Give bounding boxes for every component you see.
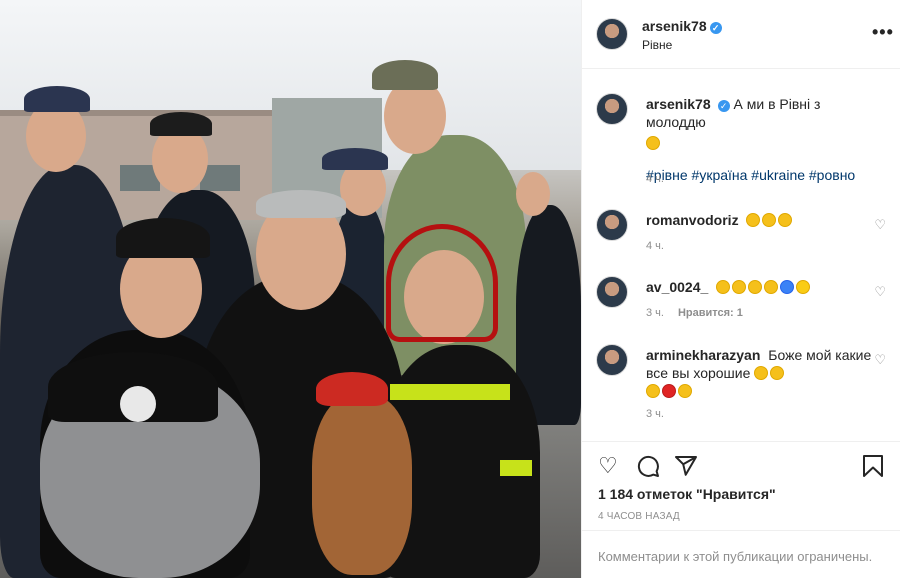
verified-badge-icon: ✓ xyxy=(717,100,730,112)
caption-time[interactable]: 4 ч. xyxy=(646,173,664,185)
comment-like-heart-icon[interactable]: ♡ xyxy=(874,352,886,368)
photo-plush-beret xyxy=(316,372,388,406)
photo-cap xyxy=(322,148,388,170)
photo-hair xyxy=(256,190,346,218)
commenter-avatar[interactable] xyxy=(596,209,628,241)
emoji-smiling-face-icon xyxy=(646,384,660,398)
comments-footer: Комментарии к этой публикации ограничены… xyxy=(582,530,900,578)
comment-likes-count[interactable]: Нравится: 1 xyxy=(678,307,743,319)
post-photo[interactable] xyxy=(0,0,581,578)
photo-cap xyxy=(24,86,90,112)
emoji-smiling-face-icon xyxy=(748,280,763,294)
photo-reflective-stripe xyxy=(500,460,532,476)
emoji-smiling-face-icon xyxy=(754,366,769,380)
emoji-smiling-face-icon xyxy=(778,213,793,227)
verified-badge-icon: ✓ xyxy=(709,22,722,34)
emoji-smiling-face-halo-icon xyxy=(678,384,692,398)
emoji-thumbs-up-icon xyxy=(716,280,731,294)
commenter-avatar[interactable] xyxy=(596,344,628,376)
comment-body: av_0024_ xyxy=(646,278,876,296)
emoji-heart-exclamation-icon xyxy=(662,384,676,398)
emoji-thumbs-up-icon xyxy=(732,280,747,294)
post-header: arsenik78 ✓ Рівне ••• xyxy=(582,0,900,69)
comment-author[interactable]: romanvodoriz xyxy=(646,212,739,228)
comment-icon[interactable] xyxy=(636,454,660,483)
photo-plush-bear xyxy=(312,395,412,575)
comment-like-heart-icon[interactable]: ♡ xyxy=(874,284,886,300)
post-sidebar: arsenik78 ✓ Рівне ••• arsenik78 ✓ А ми в Р… xyxy=(581,0,900,578)
photo-cap xyxy=(372,60,438,90)
caption-author-avatar[interactable] xyxy=(596,93,628,125)
comment-item: arminekharazyan Боже мой какие все вы хо… xyxy=(596,344,886,424)
comment-time[interactable]: 3 ч. xyxy=(646,408,664,420)
photo-cap xyxy=(150,112,212,136)
photo-badge xyxy=(120,386,156,422)
caption-body: arsenik78 ✓ А ми в Рівні з молоддю #рівне… xyxy=(646,95,876,184)
comment-body: romanvodoriz xyxy=(646,211,876,229)
author-username[interactable]: arsenik78 ✓ xyxy=(642,18,722,34)
more-horizontal-icon[interactable]: ••• xyxy=(872,22,894,43)
caption-author[interactable]: arsenik78 xyxy=(646,96,711,112)
commenter-avatar[interactable] xyxy=(596,276,628,308)
emoji-grinning-face-icon xyxy=(646,136,660,150)
emoji-smiling-face-icon xyxy=(762,213,777,227)
post-location[interactable]: Рівне xyxy=(642,38,672,52)
comments-disabled-notice: Комментарии к этой публикации ограничены… xyxy=(598,549,873,564)
bookmark-icon[interactable] xyxy=(862,454,884,483)
share-icon[interactable] xyxy=(674,454,698,483)
author-name[interactable]: arsenik78 xyxy=(642,18,707,34)
likes-count[interactable]: 1 184 отметок "Нравится" xyxy=(598,486,776,502)
photo-red-helmet xyxy=(386,224,498,342)
emoji-smiling-face-icon xyxy=(746,213,761,227)
post-timestamp[interactable]: 4 ЧАСОВ НАЗАД xyxy=(598,511,680,522)
comment-time[interactable]: 4 ч. xyxy=(646,240,664,252)
post-viewer: arsenik78 ✓ Рівне ••• arsenik78 ✓ А ми в Р… xyxy=(0,0,900,578)
comment-author[interactable]: arminekharazyan xyxy=(646,347,760,363)
author-avatar[interactable] xyxy=(596,18,628,50)
comment-item: romanvodoriz 4 ч. ♡ xyxy=(596,209,886,269)
comment-author[interactable]: av_0024_ xyxy=(646,279,708,295)
heart-icon[interactable]: ♡ xyxy=(598,454,618,478)
photo-reflective-stripe xyxy=(390,384,510,400)
emoji-smiling-face-icon xyxy=(770,366,785,380)
comment-body: arminekharazyan Боже мой какие все вы хо… xyxy=(646,346,876,400)
comment-time[interactable]: 3 ч. xyxy=(646,307,664,319)
photo-cap xyxy=(116,218,210,258)
emoji-yellow-heart-icon xyxy=(796,280,811,294)
post-actions: ♡ 1 184 отметок "Нравится" 4 ЧАСОВ НАЗАД xyxy=(582,441,900,531)
caption-hashtags[interactable]: #рівне #україна #ukraine #ровно xyxy=(646,166,876,184)
comment-item: av_0024_ 3 ч. Нравится: 1 ♡ xyxy=(596,276,886,336)
post-caption: arsenik78 ✓ А ми в Рівні з молоддю #рівне… xyxy=(596,93,886,193)
emoji-smiling-face-icon xyxy=(764,280,779,294)
photo-person-head xyxy=(516,172,550,216)
emoji-blue-heart-icon xyxy=(780,280,795,294)
comment-like-heart-icon[interactable]: ♡ xyxy=(874,217,886,233)
